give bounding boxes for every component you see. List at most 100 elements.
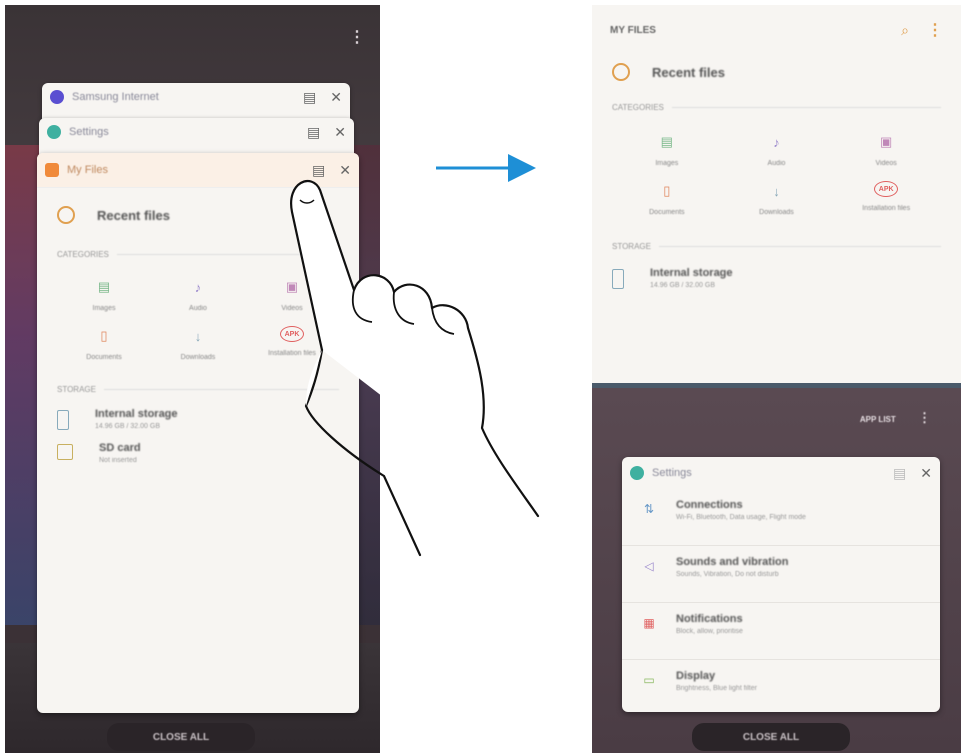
recent-card-header: Settings ▤ ✕ <box>39 118 354 146</box>
videos-icon: ▣ <box>880 134 893 149</box>
close-icon[interactable]: ✕ <box>334 124 346 141</box>
category-item[interactable]: ▣ Videos <box>831 132 941 167</box>
storage-label: STORAGE <box>57 385 96 394</box>
storage-label: STORAGE <box>612 242 651 251</box>
right-phone-screen: MY FILES ⌕ ⋮ Recent files CATEGORIES ▤ Im… <box>592 5 961 753</box>
settings-item-subtitle: Wi-Fi, Bluetooth, Data usage, Flight mod… <box>676 514 806 521</box>
settings-item-subtitle: Block, allow, prioritise <box>676 628 743 635</box>
more-options-icon[interactable]: ⋮ <box>918 410 931 425</box>
category-item[interactable]: ▤ Images <box>612 132 722 167</box>
more-options-icon[interactable]: ⋮ <box>349 27 365 47</box>
close-icon[interactable]: ✕ <box>920 465 932 482</box>
downloads-icon: ↓ <box>194 328 202 344</box>
sd-card-icon <box>57 444 73 460</box>
installation-files-icon: APK <box>874 181 899 197</box>
app-list-label: APP LIST <box>859 415 896 424</box>
documents-icon: ▯ <box>663 183 671 198</box>
category-label: Images <box>92 305 116 312</box>
close-all-label: CLOSE ALL <box>742 731 800 743</box>
storage-title: Internal storage <box>650 267 733 279</box>
split-screen-icon[interactable]: ▤ <box>303 89 316 106</box>
app-title: MY FILES <box>610 24 656 36</box>
category-label: Images <box>655 160 679 167</box>
category-item[interactable]: ▤ Images <box>57 277 151 312</box>
recent-card-title: Settings <box>652 467 692 479</box>
images-icon: ▤ <box>97 279 111 294</box>
recent-files-label: Recent files <box>97 207 170 223</box>
category-label: Documents <box>649 209 685 216</box>
my-files-app-icon <box>45 163 59 177</box>
audio-icon: ♪ <box>773 134 780 150</box>
phone-storage-icon <box>612 269 624 289</box>
split-screen-icon[interactable]: ▤ <box>893 465 906 482</box>
sounds-icon: ◁ <box>644 559 654 573</box>
category-item[interactable]: ↓ Downloads <box>722 181 832 217</box>
category-item[interactable]: ♪ Audio <box>722 132 832 168</box>
category-label: Videos <box>875 160 897 167</box>
my-files-app-bar: MY FILES ⌕ ⋮ <box>592 5 961 55</box>
storage-subtitle: 14.96 GB / 32.00 GB <box>95 423 160 430</box>
storage-title: SD card <box>99 442 141 454</box>
notifications-icon: ▦ <box>643 616 655 630</box>
images-icon: ▤ <box>660 134 673 149</box>
category-item[interactable]: ♪ Audio <box>151 277 245 313</box>
storage-subtitle: 14.96 GB / 32.00 GB <box>650 282 715 289</box>
clock-icon <box>612 63 630 81</box>
settings-app-icon <box>47 125 61 139</box>
search-icon[interactable]: ⌕ <box>901 22 909 39</box>
settings-list: ⇅ Connections Wi-Fi, Bluetooth, Data usage… <box>622 489 940 712</box>
connections-icon: ⇅ <box>643 502 655 516</box>
categories-label: CATEGORIES <box>57 250 109 259</box>
category-label: Documents <box>86 354 122 361</box>
settings-item-subtitle: Sounds, Vibration, Do not disturb <box>676 571 779 578</box>
storage-header: STORAGE <box>592 242 961 251</box>
internet-app-icon <box>50 90 64 104</box>
clock-icon <box>57 206 75 224</box>
settings-item-title: Connections <box>676 499 743 511</box>
phone-storage-icon <box>57 410 69 430</box>
split-screen-icon[interactable]: ▤ <box>307 124 320 141</box>
audio-icon: ♪ <box>194 279 202 295</box>
settings-item-subtitle: Brightness, Blue light filter <box>676 685 757 692</box>
category-label: Audio <box>767 160 786 167</box>
close-icon[interactable]: ✕ <box>330 89 342 106</box>
recent-files-row[interactable]: Recent files <box>592 55 961 89</box>
recent-card-header: Settings ▤ ✕ <box>622 457 940 489</box>
category-grid: ▤ Images ♪ Audio ▣ Videos ▯ Documents ↓ Downloads… <box>592 124 961 224</box>
display-icon: ▭ <box>643 673 655 687</box>
storage-subtitle: Not inserted <box>99 457 137 464</box>
category-label: Downloads <box>180 354 216 361</box>
app-list-button[interactable]: APP LIST ⋮ <box>860 410 931 426</box>
categories-label: CATEGORIES <box>612 103 664 112</box>
settings-item[interactable]: ⇅ Connections Wi-Fi, Bluetooth, Data usage… <box>622 489 940 546</box>
settings-app-icon <box>630 466 644 480</box>
settings-item[interactable]: ▦ Notifications Block, allow, prioritise <box>622 603 940 660</box>
category-label: Audio <box>189 305 207 312</box>
settings-item[interactable]: ▭ Display Brightness, Blue light filter <box>622 660 940 712</box>
settings-item[interactable]: ◁ Sounds and vibration Sounds, Vibration, … <box>622 546 940 603</box>
category-item[interactable]: ▯ Documents <box>612 181 722 216</box>
recent-files-label: Recent files <box>652 64 725 80</box>
settings-item-title: Sounds and vibration <box>676 556 789 568</box>
finger-tap-icon <box>290 179 540 557</box>
category-item[interactable]: APK Installation files <box>831 181 941 216</box>
storage-title: Internal storage <box>95 408 178 420</box>
storage-item[interactable]: Internal storage 14.96 GB / 32.00 GB <box>592 261 961 295</box>
category-label: Installation files <box>862 205 911 212</box>
close-all-label: CLOSE ALL <box>152 731 210 743</box>
downloads-icon: ↓ <box>773 183 780 199</box>
recent-card-header: Samsung Internet ▤ ✕ <box>42 83 350 111</box>
more-options-icon[interactable]: ⋮ <box>927 20 943 40</box>
recent-card-settings[interactable]: Settings ▤ ✕ ⇅ Connections Wi-Fi, Bluetoot… <box>622 457 940 712</box>
my-files-split-pane: MY FILES ⌕ ⋮ Recent files CATEGORIES ▤ Im… <box>592 5 961 383</box>
recent-card-title: Samsung Internet <box>72 91 159 103</box>
storage-list: Internal storage 14.96 GB / 32.00 GB <box>592 261 961 295</box>
category-item[interactable]: ▯ Documents <box>57 326 151 361</box>
close-all-button[interactable]: CLOSE ALL <box>107 723 255 751</box>
documents-icon: ▯ <box>100 328 108 343</box>
category-label: Downloads <box>759 209 794 216</box>
settings-item-title: Display <box>676 670 716 682</box>
close-all-button[interactable]: CLOSE ALL <box>692 723 850 751</box>
recent-card-title: Settings <box>69 126 109 138</box>
category-item[interactable]: ↓ Downloads <box>151 326 245 362</box>
